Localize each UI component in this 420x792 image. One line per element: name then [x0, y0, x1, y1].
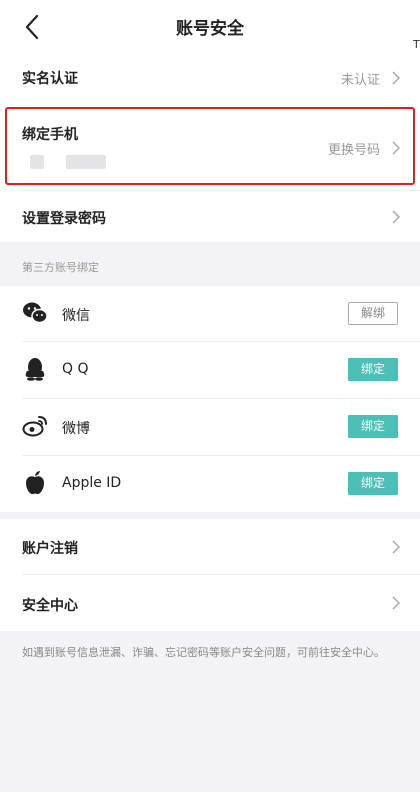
bind-button[interactable]: 绑定 — [348, 358, 398, 381]
bind-button[interactable]: 绑定 — [348, 415, 398, 438]
apple-icon — [26, 471, 44, 495]
qq-icon — [25, 358, 45, 381]
wechat-row: 微信 解绑 — [0, 286, 420, 341]
apple-id-label: Apple ID — [62, 475, 122, 491]
apple-id-row: Apple ID 绑定 — [0, 455, 420, 512]
chevron-right-icon — [392, 540, 401, 554]
bind-button[interactable]: 绑定 — [348, 472, 398, 495]
page-title: 账号安全 — [176, 19, 244, 39]
wechat-icon — [23, 302, 48, 324]
divider — [22, 455, 420, 456]
wechat-label: 微信 — [62, 308, 90, 324]
weibo-label: 微博 — [62, 421, 90, 437]
real-name-label: 实名认证 — [22, 71, 78, 87]
chevron-right-icon — [392, 71, 401, 85]
qq-row: Q Q 绑定 — [0, 341, 420, 398]
section-title: 第三方账号绑定 — [22, 261, 99, 274]
footer-note: 如遇到账号信息泄漏、诈骗、忘记密码等账户安全问题，可前往安全中心。 — [22, 646, 385, 659]
real-name-row[interactable]: 实名认证 未认证 — [0, 52, 420, 102]
edge-mark: T — [413, 38, 420, 51]
weibo-icon — [22, 416, 47, 437]
qq-label: Q Q — [62, 361, 89, 377]
weibo-row: 微博 绑定 — [0, 398, 420, 455]
real-name-status: 未认证 — [340, 73, 380, 88]
divider — [22, 190, 420, 191]
deactivate-row[interactable]: 账户注销 — [0, 519, 420, 574]
set-password-label: 设置登录密码 — [22, 211, 106, 227]
set-password-row[interactable]: 设置登录密码 — [0, 190, 420, 242]
security-center-row[interactable]: 安全中心 — [0, 574, 420, 631]
deactivate-label: 账户注销 — [22, 541, 78, 557]
security-center-label: 安全中心 — [22, 598, 78, 614]
chevron-right-icon — [392, 210, 401, 224]
chevron-right-icon — [392, 596, 401, 610]
divider — [22, 398, 420, 399]
unbind-button[interactable]: 解绑 — [348, 302, 398, 325]
divider — [22, 341, 420, 342]
divider — [22, 574, 420, 575]
highlight-box — [5, 107, 415, 185]
nav-header: 账号安全 — [0, 0, 420, 52]
